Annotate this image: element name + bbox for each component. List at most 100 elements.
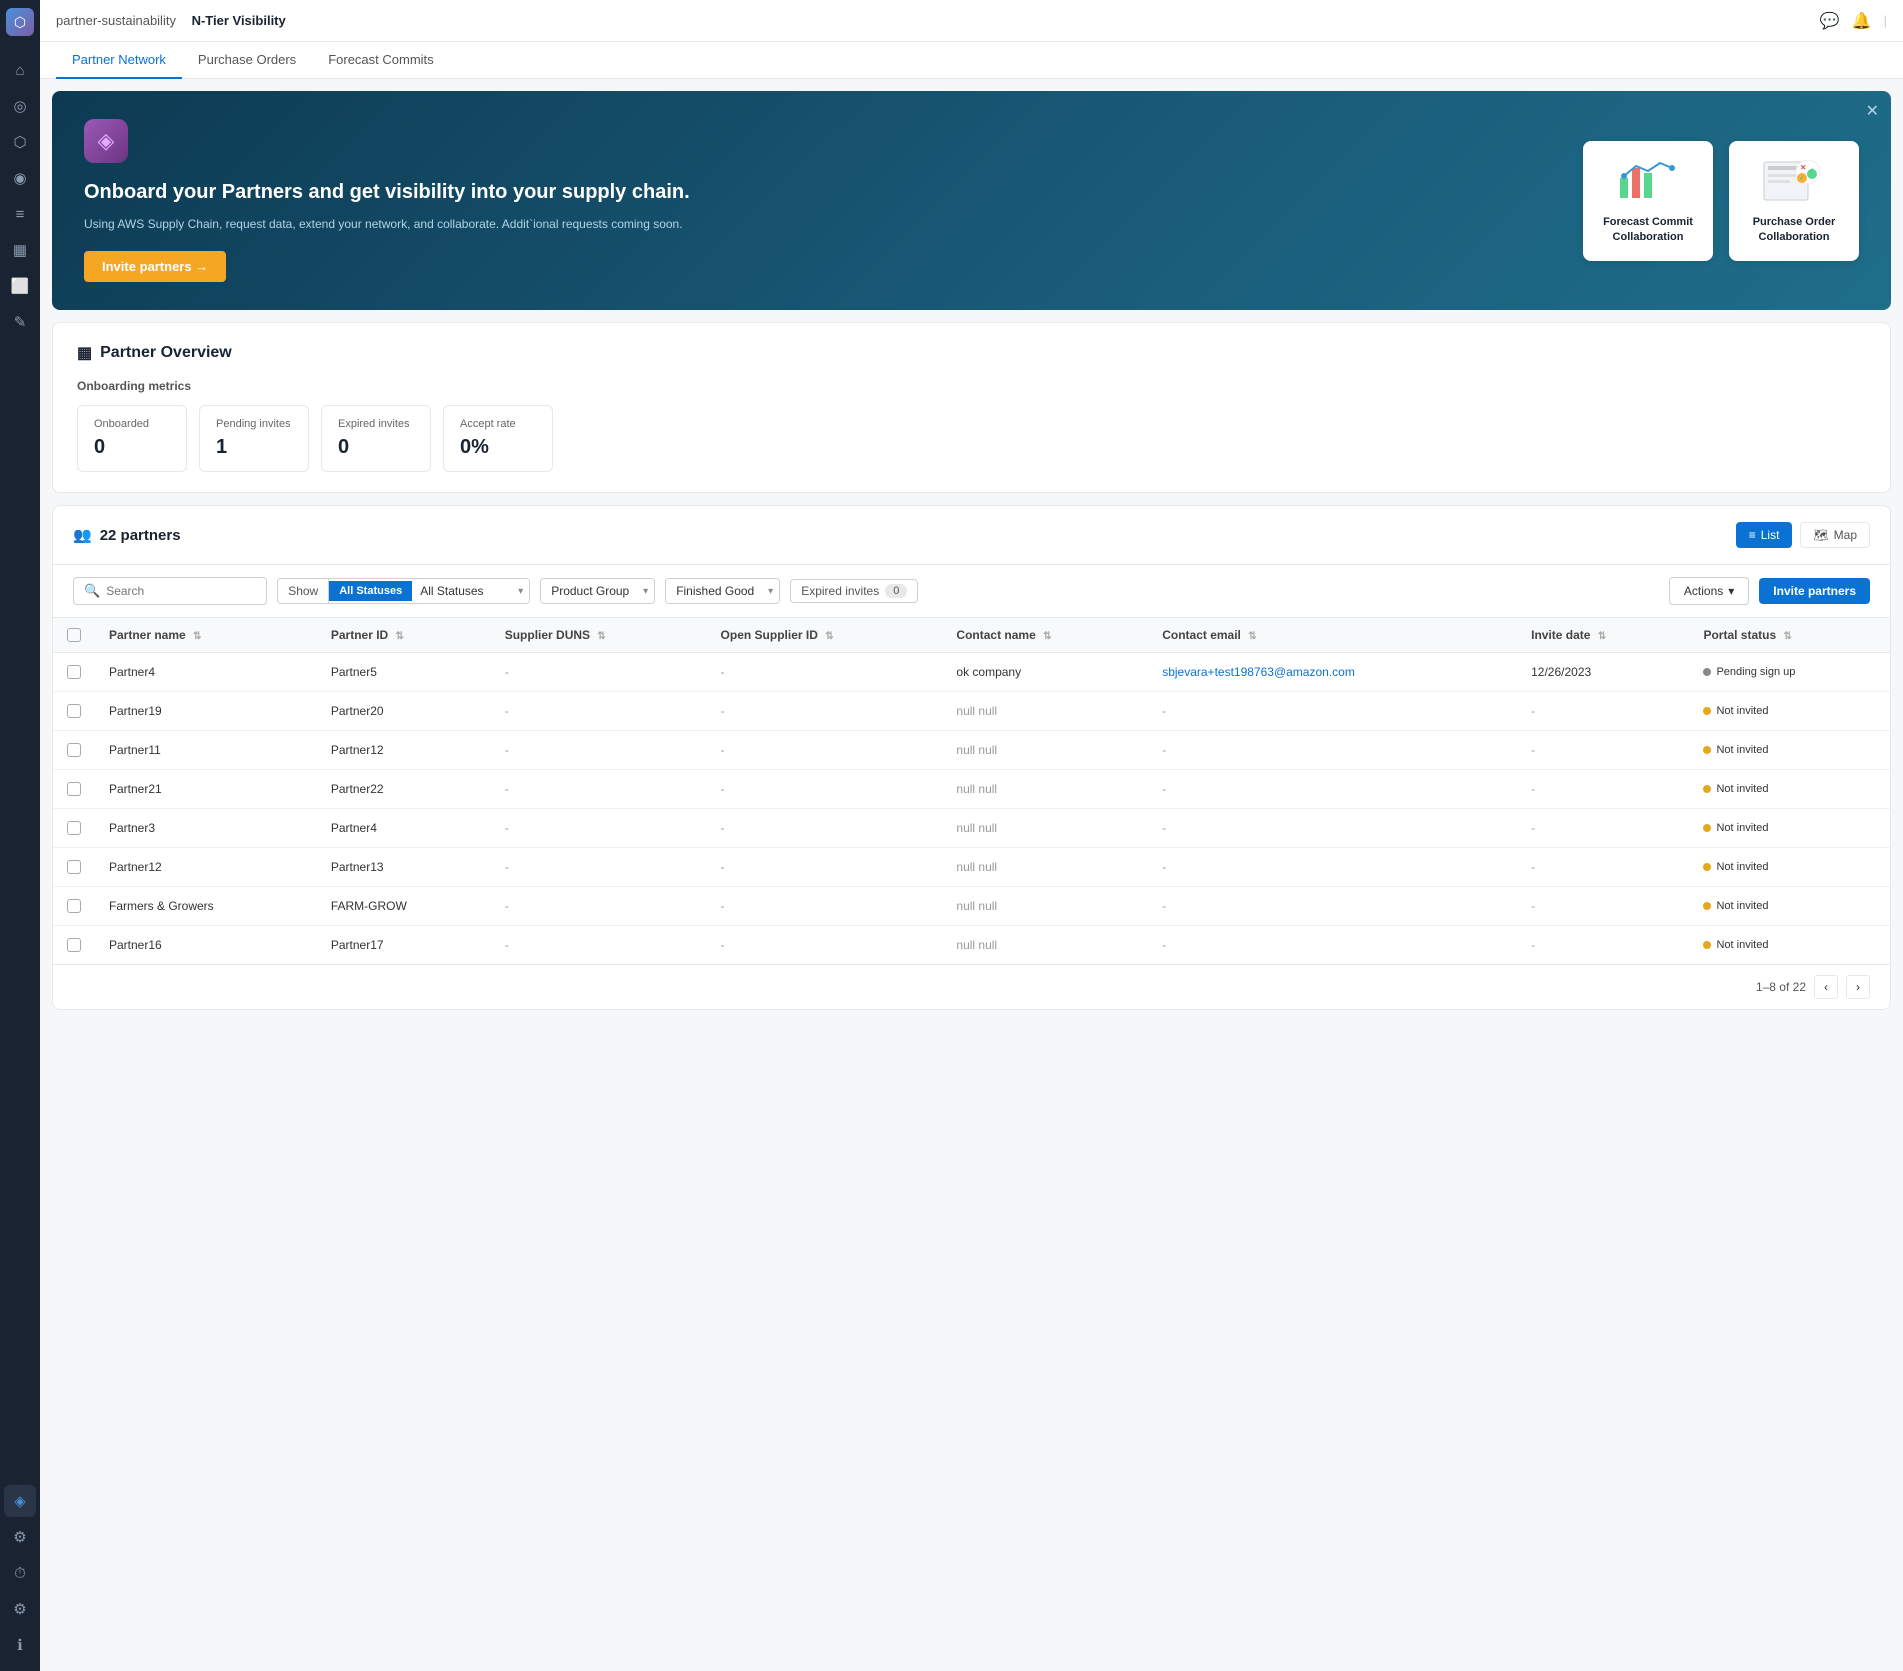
row-checkbox[interactable]	[67, 860, 81, 874]
row-checkbox[interactable]	[67, 938, 81, 952]
status-label: Not invited	[1716, 744, 1768, 756]
invite-partners-label: Invite partners →	[102, 259, 208, 274]
list-view-button[interactable]: ≡ List	[1736, 522, 1793, 548]
sidebar-item-analytics[interactable]: ◎	[4, 90, 36, 122]
row-checkbox-cell	[53, 770, 95, 809]
row-checkbox[interactable]	[67, 704, 81, 718]
cell-contact-name: null null	[942, 731, 1148, 770]
expired-count-badge: 0	[885, 584, 907, 598]
filters-row: 🔍 Show All Statuses All Statuses Onboard…	[53, 565, 1890, 618]
invite-partners-banner-button[interactable]: Invite partners →	[84, 251, 226, 282]
sidebar-item-edit[interactable]: ✎	[4, 306, 36, 338]
row-checkbox[interactable]	[67, 782, 81, 796]
sidebar-item-history[interactable]: ⏱	[4, 1557, 36, 1589]
banner-close-button[interactable]: ✕	[1866, 101, 1879, 121]
sidebar-item-location[interactable]: ◉	[4, 162, 36, 194]
cell-partner-name: Partner16	[95, 926, 317, 965]
cell-invite-date: -	[1517, 848, 1689, 887]
cell-partner-id: Partner5	[317, 653, 491, 692]
status-badge: Not invited	[1703, 705, 1768, 717]
cell-open-supplier-id: -	[707, 731, 943, 770]
sidebar-item-partner[interactable]: ◈	[4, 1485, 36, 1517]
cell-supplier-duns: -	[491, 887, 707, 926]
cell-partner-id: Partner13	[317, 848, 491, 887]
product-group-filter: Product Group	[540, 578, 655, 604]
sort-contact-name-icon[interactable]: ⇅	[1043, 631, 1051, 642]
sidebar-item-list[interactable]: ≡	[4, 198, 36, 230]
actions-button[interactable]: Actions ▾	[1669, 577, 1749, 605]
status-badge: Not invited	[1703, 822, 1768, 834]
metric-expired-value: 0	[338, 436, 414, 459]
status-label: Not invited	[1716, 861, 1768, 873]
sort-contact-email-icon[interactable]: ⇅	[1248, 631, 1256, 642]
col-partner-id: Partner ID ⇅	[317, 618, 491, 653]
sidebar: ⬡ ⌂ ◎ ⬡ ◉ ≡ ▦ ⬜ ✎ ◈ ⚙ ⏱ ⚙ ℹ	[0, 0, 40, 1671]
sort-partner-id-icon[interactable]: ⇅	[396, 631, 404, 642]
row-checkbox[interactable]	[67, 743, 81, 757]
select-all-checkbox[interactable]	[67, 628, 81, 642]
row-checkbox[interactable]	[67, 899, 81, 913]
expired-invites-filter[interactable]: Expired invites 0	[790, 579, 918, 603]
metric-expired-label: Expired invites	[338, 418, 414, 430]
tab-partner-network[interactable]: Partner Network	[56, 42, 182, 79]
cell-supplier-duns: -	[491, 731, 707, 770]
sort-portal-status-icon[interactable]: ⇅	[1784, 631, 1792, 642]
content-area: ◈ Onboard your Partners and get visibili…	[40, 79, 1903, 1671]
table-title: 👥 22 partners	[73, 526, 181, 544]
cell-partner-name: Partner4	[95, 653, 317, 692]
notification-bell-icon[interactable]: 🔔	[1852, 11, 1872, 31]
sidebar-item-grid[interactable]: ▦	[4, 234, 36, 266]
status-select[interactable]: All Statuses Onboarded Pending sign up N…	[412, 579, 529, 603]
sidebar-item-info[interactable]: ℹ	[4, 1629, 36, 1661]
row-checkbox[interactable]	[67, 821, 81, 835]
cell-invite-date: -	[1517, 926, 1689, 965]
metric-accept-rate: Accept rate 0%	[443, 405, 553, 472]
cell-contact-name: null null	[942, 887, 1148, 926]
cell-contact-email: -	[1148, 770, 1517, 809]
tab-purchase-orders[interactable]: Purchase Orders	[182, 42, 312, 79]
cell-partner-name: Partner21	[95, 770, 317, 809]
app-logo[interactable]: ⬡	[6, 8, 34, 36]
status-select-wrap: All Statuses Onboarded Pending sign up N…	[412, 579, 529, 603]
cell-invite-date: -	[1517, 887, 1689, 926]
row-checkbox[interactable]	[67, 665, 81, 679]
table-row: Partner21 Partner22 - - null null - - No…	[53, 770, 1890, 809]
sidebar-item-home[interactable]: ⌂	[4, 54, 36, 86]
cell-partner-id: Partner4	[317, 809, 491, 848]
sidebar-item-reports[interactable]: ⬜	[4, 270, 36, 302]
sort-open-supplier-id-icon[interactable]: ⇅	[825, 631, 833, 642]
search-box[interactable]: 🔍	[73, 577, 267, 605]
search-input[interactable]	[106, 584, 256, 598]
all-statuses-badge[interactable]: All Statuses	[329, 581, 412, 601]
status-filter-group: Show All Statuses All Statuses Onboarded…	[277, 578, 530, 604]
product-group-select[interactable]: Product Group	[541, 579, 654, 603]
prev-page-button[interactable]: ‹	[1814, 975, 1838, 999]
metric-pending-label: Pending invites	[216, 418, 292, 430]
sidebar-item-settings[interactable]: ⚙	[4, 1521, 36, 1553]
tab-forecast-commits[interactable]: Forecast Commits	[312, 42, 449, 79]
status-badge: Not invited	[1703, 900, 1768, 912]
next-page-button[interactable]: ›	[1846, 975, 1870, 999]
cell-portal-status: Not invited	[1689, 848, 1890, 887]
chat-icon[interactable]: 💬	[1820, 11, 1840, 31]
forecast-commit-card[interactable]: Forecast Commit Collaboration	[1583, 141, 1713, 261]
purchase-order-card[interactable]: ✕ ✕ ✓ ✓ Purchase Order Collaboration	[1729, 141, 1859, 261]
sort-invite-date-icon[interactable]: ⇅	[1598, 631, 1606, 642]
purchase-order-img: ✕ ✕ ✓ ✓	[1762, 157, 1826, 205]
map-view-button[interactable]: 🗺 Map	[1800, 522, 1870, 548]
cell-contact-email: -	[1148, 926, 1517, 965]
cell-supplier-duns: -	[491, 653, 707, 692]
sort-partner-name-icon[interactable]: ⇅	[193, 631, 201, 642]
status-dot-icon	[1703, 863, 1711, 871]
table-row: Partner4 Partner5 - - ok company sbjevar…	[53, 653, 1890, 692]
metrics-row: Onboarded 0 Pending invites 1 Expired in…	[77, 405, 1866, 472]
invite-partners-button[interactable]: Invite partners	[1759, 578, 1870, 604]
cell-invite-date: -	[1517, 692, 1689, 731]
cell-open-supplier-id: -	[707, 809, 943, 848]
finished-good-select[interactable]: Finished Good	[666, 579, 779, 603]
sidebar-item-settings2[interactable]: ⚙	[4, 1593, 36, 1625]
cell-contact-email: -	[1148, 692, 1517, 731]
sidebar-item-inventory[interactable]: ⬡	[4, 126, 36, 158]
sort-supplier-duns-icon[interactable]: ⇅	[597, 631, 605, 642]
banner-icon: ◈	[84, 119, 128, 163]
